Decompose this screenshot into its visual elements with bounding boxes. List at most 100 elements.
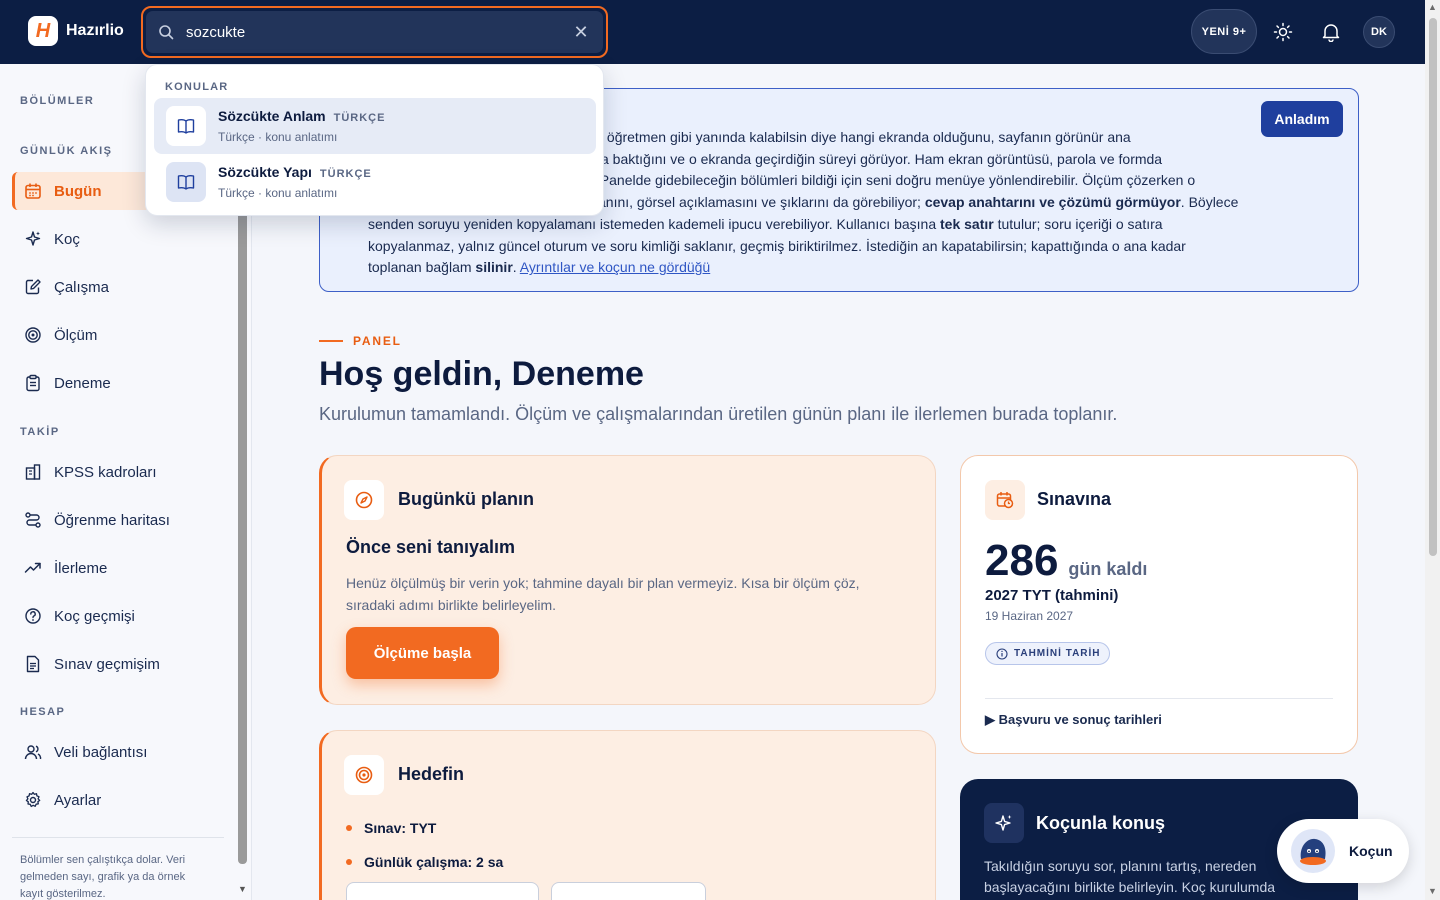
application-dates-toggle[interactable]: ▶ Başvuru ve sonuç tarihleri	[985, 712, 1162, 728]
estimated-date-badge: TAHMİNİ TARİH	[985, 642, 1110, 665]
building-icon	[25, 464, 41, 480]
route-icon	[25, 512, 41, 528]
search-icon	[159, 25, 174, 40]
exam-name: 2027 TYT (tahmini)	[985, 587, 1119, 604]
coach-floating-button[interactable]: Koçun	[1277, 819, 1409, 883]
page-subtitle: Kurulumun tamamlandı. Ölçüm ve çalışmala…	[319, 404, 1118, 424]
goal-action-button[interactable]	[551, 882, 706, 900]
compass-icon	[344, 480, 384, 520]
help-icon	[25, 608, 41, 624]
sidebar-item-coach-history[interactable]: Koç geçmişi	[12, 597, 234, 635]
coach-card-title: Koçunla konuş	[1036, 813, 1166, 833]
section-label-account: HESAP	[20, 706, 66, 718]
user-avatar[interactable]: DK	[1363, 16, 1395, 48]
goal-item-daily-study: Günlük çalışma: 2 sa	[346, 845, 503, 879]
plan-card-title: Bugünkü planın	[398, 489, 534, 509]
goal-card: Hedefin Sınav: TYT Günlük çalışma: 2 sa	[319, 730, 936, 900]
sidebar-note: Bölümler sen çalıştıkça dolar. Veri gelm…	[20, 854, 186, 900]
exam-countdown-card: Sınavına 286 gün kaldı 2027 TYT (tahmini…	[960, 455, 1358, 754]
section-label-sections: BÖLÜMLER	[20, 95, 95, 107]
sidebar-item-kpss-positions[interactable]: KPSS kadroları	[12, 453, 234, 491]
sidebar-item-label: Deneme	[54, 374, 111, 392]
trend-icon	[24, 562, 41, 573]
acknowledge-button[interactable]: Anladım	[1261, 101, 1343, 137]
search-result-item[interactable]: Sözcükte Yapı TÜRKÇE Türkçe · konu anlatı…	[154, 154, 596, 210]
coach-mascot-icon	[1291, 829, 1335, 873]
page-eyebrow: PANEL	[319, 334, 402, 348]
goal-item-exam: Sınav: TYT	[346, 811, 503, 845]
result-tag: TÜRKÇE	[333, 112, 386, 124]
scroll-up-arrow-icon[interactable]: ▲	[1428, 2, 1437, 12]
result-title: Sözcükte Anlam	[218, 108, 326, 124]
sidebar-item-label: Bugün	[54, 182, 102, 200]
search-box[interactable]: ✕	[141, 6, 608, 58]
plan-heading: Önce seni tanıyalım	[346, 537, 516, 557]
sidebar-item-label: Sınav geçmişim	[54, 655, 160, 673]
sidebar-item-label: Ayarlar	[54, 791, 102, 809]
goal-action-button[interactable]	[346, 882, 539, 900]
sidebar-item-parent-link[interactable]: Veli bağlantısı	[12, 733, 234, 771]
sparkle-icon	[984, 803, 1024, 843]
coach-fab-label: Koçun	[1349, 843, 1393, 859]
users-icon	[24, 745, 42, 760]
whats-new-button[interactable]: YENİ 9+	[1191, 9, 1257, 54]
document-icon	[26, 655, 40, 673]
sidebar-item-coach[interactable]: Koç	[12, 220, 234, 258]
section-label-daily-flow: GÜNLÜK AKIŞ	[20, 145, 113, 157]
theme-toggle-sun-icon[interactable]	[1269, 18, 1297, 46]
app-name: Hazırlio	[66, 22, 124, 39]
page-scroll-thumb[interactable]	[1429, 18, 1437, 556]
sidebar-item-label: Çalışma	[54, 278, 110, 296]
sidebar-item-study[interactable]: Çalışma	[12, 268, 234, 306]
sidebar-divider	[12, 837, 224, 838]
eyebrow-line	[319, 340, 343, 342]
clear-search-icon[interactable]: ✕	[571, 22, 591, 43]
sidebar-item-progress[interactable]: İlerleme	[12, 549, 234, 587]
sidebar-item-exam-history[interactable]: Sınav geçmişim	[12, 645, 234, 683]
sparkle-icon	[25, 231, 41, 246]
days-remaining: 286 gün kaldı	[985, 536, 1148, 585]
clipboard-icon	[26, 374, 40, 392]
exam-date: 19 Haziran 2027	[985, 609, 1074, 623]
scroll-down-arrow-icon[interactable]: ▼	[1428, 886, 1437, 896]
calendar-clock-icon	[985, 480, 1025, 520]
sidebar-item-label: Veli bağlantısı	[54, 743, 148, 761]
sidebar-item-settings[interactable]: Ayarlar	[12, 781, 234, 819]
results-group-label: KONULAR	[165, 81, 229, 93]
gear-icon	[25, 791, 41, 808]
app-logo[interactable]: H Hazırlio	[28, 16, 124, 46]
book-icon	[166, 162, 206, 202]
info-icon	[996, 647, 1008, 660]
coach-card-text: Takıldığın soruyu sor, planını tartış, n…	[984, 858, 1276, 895]
result-subtitle: Türkçe · konu anlatımı	[218, 186, 338, 200]
exam-card-title: Sınavına	[1037, 489, 1112, 509]
sidebar-item-label: Koç	[54, 230, 80, 248]
sidebar-scroll-thumb[interactable]	[238, 204, 247, 864]
start-assessment-button[interactable]: Ölçüme başla	[346, 627, 499, 679]
sidebar-item-label: Koç geçmişi	[54, 607, 135, 625]
edit-icon	[25, 279, 41, 295]
sidebar-scroll-down-icon[interactable]: ▼	[238, 884, 247, 894]
sidebar-item-learning-map[interactable]: Öğrenme haritası	[12, 501, 234, 539]
today-plan-card: Bugünkü planın Önce seni tanıyalım Henüz…	[319, 455, 936, 705]
target-icon	[25, 327, 41, 343]
result-subtitle: Türkçe · konu anlatımı	[218, 130, 338, 144]
book-icon	[166, 106, 206, 146]
search-result-item[interactable]: Sözcükte Anlam TÜRKÇE Türkçe · konu anlat…	[154, 98, 596, 154]
sidebar-item-label: İlerleme	[54, 559, 108, 577]
sidebar-item-label: KPSS kadroları	[54, 463, 157, 481]
section-label-tracking: TAKİP	[20, 426, 60, 438]
search-input[interactable]	[186, 23, 571, 41]
details-link[interactable]: Ayrıntılar ve koçun ne gördüğü	[520, 259, 710, 275]
sidebar-item-assessment[interactable]: Ölçüm	[12, 316, 234, 354]
sidebar-item-trial-exam[interactable]: Deneme	[12, 364, 234, 402]
page-scrollbar[interactable]: ▲ ▼	[1425, 0, 1440, 900]
page-title: Hoş geldin, Deneme	[319, 355, 644, 393]
logo-mark-icon: H	[28, 16, 58, 46]
notifications-bell-icon[interactable]	[1317, 18, 1345, 46]
exam-divider	[985, 698, 1333, 699]
result-tag: TÜRKÇE	[319, 168, 372, 180]
sidebar-item-label: Öğrenme haritası	[54, 511, 170, 529]
search-results-dropdown: KONULAR Sözcükte Anlam TÜRKÇE Türkçe · ko…	[145, 64, 604, 216]
result-title: Sözcükte Yapı	[218, 164, 312, 180]
